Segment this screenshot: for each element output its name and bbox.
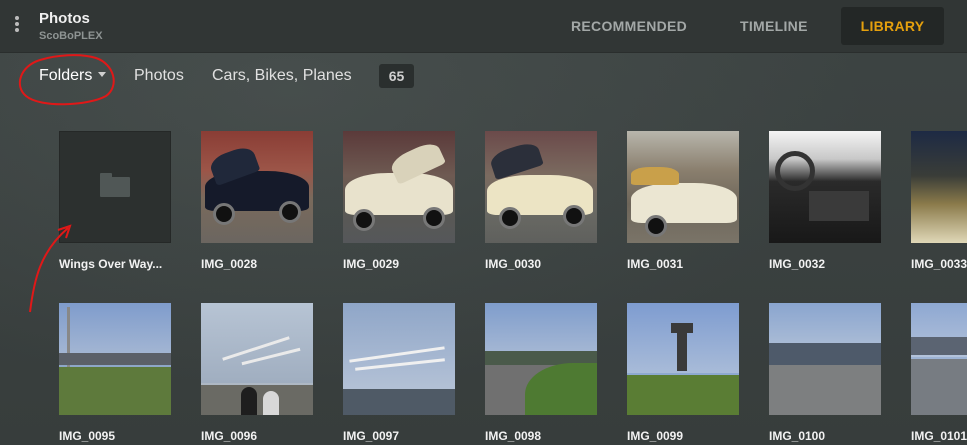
- photo-thumbnail: [627, 303, 739, 415]
- photo-thumbnail: [485, 131, 597, 243]
- tile-caption: Wings Over Way...: [59, 257, 163, 271]
- folders-dropdown[interactable]: Folders: [39, 67, 107, 85]
- folders-label: Folders: [39, 67, 93, 84]
- tab-timeline[interactable]: TIMELINE: [740, 7, 808, 45]
- photo-tile[interactable]: IMG_0032: [769, 131, 881, 271]
- kebab-menu-icon[interactable]: [12, 14, 22, 36]
- photo-tile[interactable]: IMG_0098: [485, 303, 597, 443]
- top-bar: Photos ScoBoPLEX RECOMMENDED TIMELINE LI…: [0, 0, 967, 53]
- item-count-badge: 65: [379, 64, 414, 88]
- photo-thumbnail: [485, 303, 597, 415]
- photo-thumbnail: [59, 303, 171, 415]
- photo-tile[interactable]: IMG_0096: [201, 303, 313, 443]
- tile-caption: IMG_0101: [911, 429, 967, 443]
- folder-tile[interactable]: Wings Over Way...: [59, 131, 171, 271]
- app-title: Photos: [39, 10, 90, 27]
- breadcrumb-photos[interactable]: Photos: [134, 67, 184, 85]
- tile-caption: IMG_0096: [201, 429, 258, 443]
- folder-icon: [100, 173, 130, 197]
- tile-caption: IMG_0095: [59, 429, 116, 443]
- tile-caption: IMG_0099: [627, 429, 684, 443]
- photo-tile[interactable]: IMG_0095: [59, 303, 171, 443]
- photo-tile[interactable]: IMG_0100: [769, 303, 881, 443]
- photo-thumbnail: [911, 303, 967, 415]
- folder-thumbnail: [59, 131, 171, 243]
- photo-thumbnail: [911, 131, 967, 243]
- tile-caption: IMG_0097: [343, 429, 400, 443]
- tile-caption: IMG_0100: [769, 429, 826, 443]
- photo-tile[interactable]: IMG_0028: [201, 131, 313, 271]
- server-name: ScoBoPLEX: [39, 30, 103, 42]
- photo-thumbnail: [201, 131, 313, 243]
- photo-thumbnail: [343, 303, 455, 415]
- photo-tile[interactable]: IMG_0099: [627, 303, 739, 443]
- photo-tile[interactable]: IMG_0031: [627, 131, 739, 271]
- photo-tile[interactable]: IMG_0029: [343, 131, 455, 271]
- tile-caption: IMG_0028: [201, 257, 258, 271]
- photo-tile[interactable]: IMG_0101: [911, 303, 967, 443]
- breadcrumb-album[interactable]: Cars, Bikes, Planes: [212, 67, 352, 85]
- photo-thumbnail: [343, 131, 455, 243]
- photo-tile[interactable]: IMG_0030: [485, 131, 597, 271]
- tile-caption: IMG_0098: [485, 429, 542, 443]
- photo-tile[interactable]: IMG_0033: [911, 131, 967, 271]
- photo-thumbnail: [201, 303, 313, 415]
- photo-thumbnail: [769, 303, 881, 415]
- caret-down-icon: [98, 72, 107, 77]
- breadcrumb: Folders Photos Cars, Bikes, Planes: [0, 53, 967, 99]
- tile-caption: IMG_0030: [485, 257, 542, 271]
- tile-caption: IMG_0032: [769, 257, 826, 271]
- tile-caption: IMG_0033: [911, 257, 967, 271]
- photo-thumbnail: [769, 131, 881, 243]
- tab-library[interactable]: LIBRARY: [841, 7, 944, 45]
- tile-caption: IMG_0029: [343, 257, 400, 271]
- tab-recommended[interactable]: RECOMMENDED: [571, 7, 687, 45]
- photo-thumbnail: [627, 131, 739, 243]
- tile-caption: IMG_0031: [627, 257, 684, 271]
- photo-tile[interactable]: IMG_0097: [343, 303, 455, 443]
